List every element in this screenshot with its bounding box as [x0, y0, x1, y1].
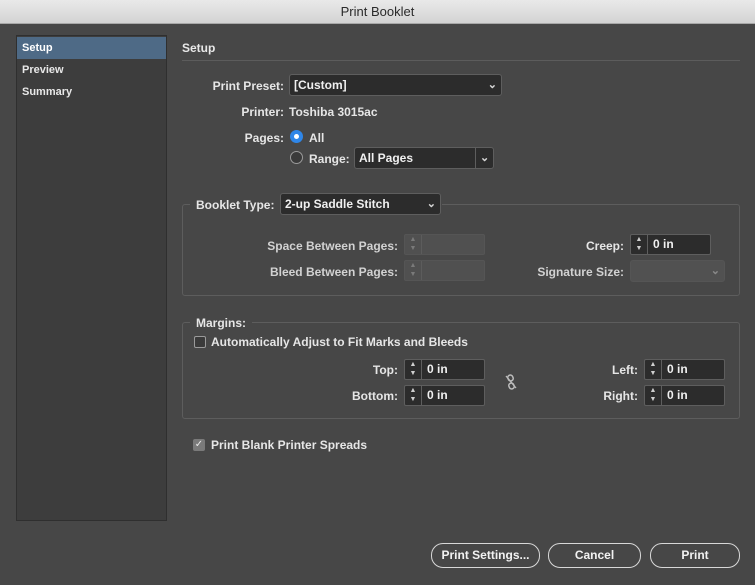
stepper-arrows-icon[interactable]: ▲ ▼ — [405, 235, 422, 254]
printer-value: Toshiba 3015ac — [289, 105, 378, 119]
section-heading: Setup — [182, 41, 216, 55]
window-title: Print Booklet — [0, 0, 755, 24]
margin-bottom-stepper[interactable]: ▲ ▼ 0 in — [404, 385, 485, 406]
sidebar: Setup Preview Summary — [16, 35, 167, 521]
creep-stepper[interactable]: ▲ ▼ 0 in — [630, 234, 711, 255]
stepper-arrows-icon[interactable]: ▲ ▼ — [405, 386, 422, 405]
print-settings-button[interactable]: Print Settings... — [431, 543, 540, 568]
margin-left-value: 0 in — [667, 362, 688, 376]
stepper-arrows-icon[interactable]: ▲ ▼ — [645, 360, 662, 379]
margin-right-stepper[interactable]: ▲ ▼ 0 in — [644, 385, 725, 406]
margins-heading: Margins: — [196, 316, 247, 330]
cancel-button[interactable]: Cancel — [548, 543, 641, 568]
chevron-down-icon: ⌄ — [426, 198, 436, 210]
margin-left-label: Left: — [612, 363, 638, 377]
print-preset-label: Print Preset: — [212, 79, 284, 93]
heading-divider — [182, 60, 740, 61]
chevron-down-icon: ⌄ — [475, 148, 493, 168]
space-between-label: Space Between Pages: — [267, 239, 398, 253]
margin-top-stepper[interactable]: ▲ ▼ 0 in — [404, 359, 485, 380]
print-blank-spreads-checkbox[interactable]: ✓ — [193, 439, 205, 451]
margin-bottom-value: 0 in — [427, 388, 448, 402]
pages-all-label: All — [309, 131, 325, 145]
auto-adjust-label: Automatically Adjust to Fit Marks and Bl… — [211, 335, 468, 349]
bleed-between-stepper[interactable]: ▲ ▼ — [404, 260, 485, 281]
margin-right-value: 0 in — [667, 388, 688, 402]
margin-top-value: 0 in — [427, 362, 448, 376]
booklet-type-value: 2-up Saddle Stitch — [285, 197, 390, 211]
sidebar-item-summary[interactable]: Summary — [17, 81, 166, 103]
print-preset-dropdown[interactable]: [Custom] ⌄ — [289, 74, 502, 96]
booklet-type-dropdown[interactable]: 2-up Saddle Stitch ⌄ — [280, 193, 441, 215]
creep-label: Creep: — [585, 239, 624, 253]
pages-label: Pages: — [244, 131, 284, 145]
chevron-down-icon: ⌄ — [710, 265, 720, 277]
stepper-arrows-icon[interactable]: ▲ ▼ — [631, 235, 648, 254]
creep-value: 0 in — [653, 237, 674, 251]
pages-all-radio[interactable] — [290, 130, 303, 143]
sidebar-item-setup[interactable]: Setup — [17, 37, 166, 59]
margin-right-label: Right: — [603, 389, 638, 403]
booklet-type-label: Booklet Type: — [196, 198, 275, 212]
stepper-arrows-icon[interactable]: ▲ ▼ — [405, 360, 422, 379]
stepper-arrows-icon[interactable]: ▲ ▼ — [645, 386, 662, 405]
auto-adjust-checkbox[interactable] — [194, 336, 206, 348]
margin-top-label: Top: — [372, 363, 398, 377]
broken-link-icon — [505, 374, 517, 390]
printer-label: Printer: — [241, 105, 284, 119]
chevron-down-icon: ⌄ — [487, 79, 497, 91]
broken-link-icon[interactable] — [503, 373, 519, 391]
print-blank-spreads-label: Print Blank Printer Spreads — [211, 438, 368, 452]
print-button[interactable]: Print — [650, 543, 740, 568]
signature-size-dropdown[interactable]: ⌄ — [630, 260, 725, 282]
pages-range-dropdown[interactable]: All Pages ⌄ — [354, 147, 494, 169]
margin-bottom-label: Bottom: — [352, 389, 398, 403]
stepper-arrows-icon[interactable]: ▲ ▼ — [405, 261, 422, 280]
print-preset-value: [Custom] — [294, 78, 347, 92]
space-between-stepper[interactable]: ▲ ▼ — [404, 234, 485, 255]
pages-range-label: Range: — [309, 152, 350, 166]
pages-range-value: All Pages — [359, 151, 414, 165]
sidebar-item-preview[interactable]: Preview — [17, 59, 166, 81]
bleed-between-label: Bleed Between Pages: — [269, 265, 398, 279]
margin-left-stepper[interactable]: ▲ ▼ 0 in — [644, 359, 725, 380]
signature-size-label: Signature Size: — [537, 265, 624, 279]
pages-range-radio[interactable] — [290, 151, 303, 164]
